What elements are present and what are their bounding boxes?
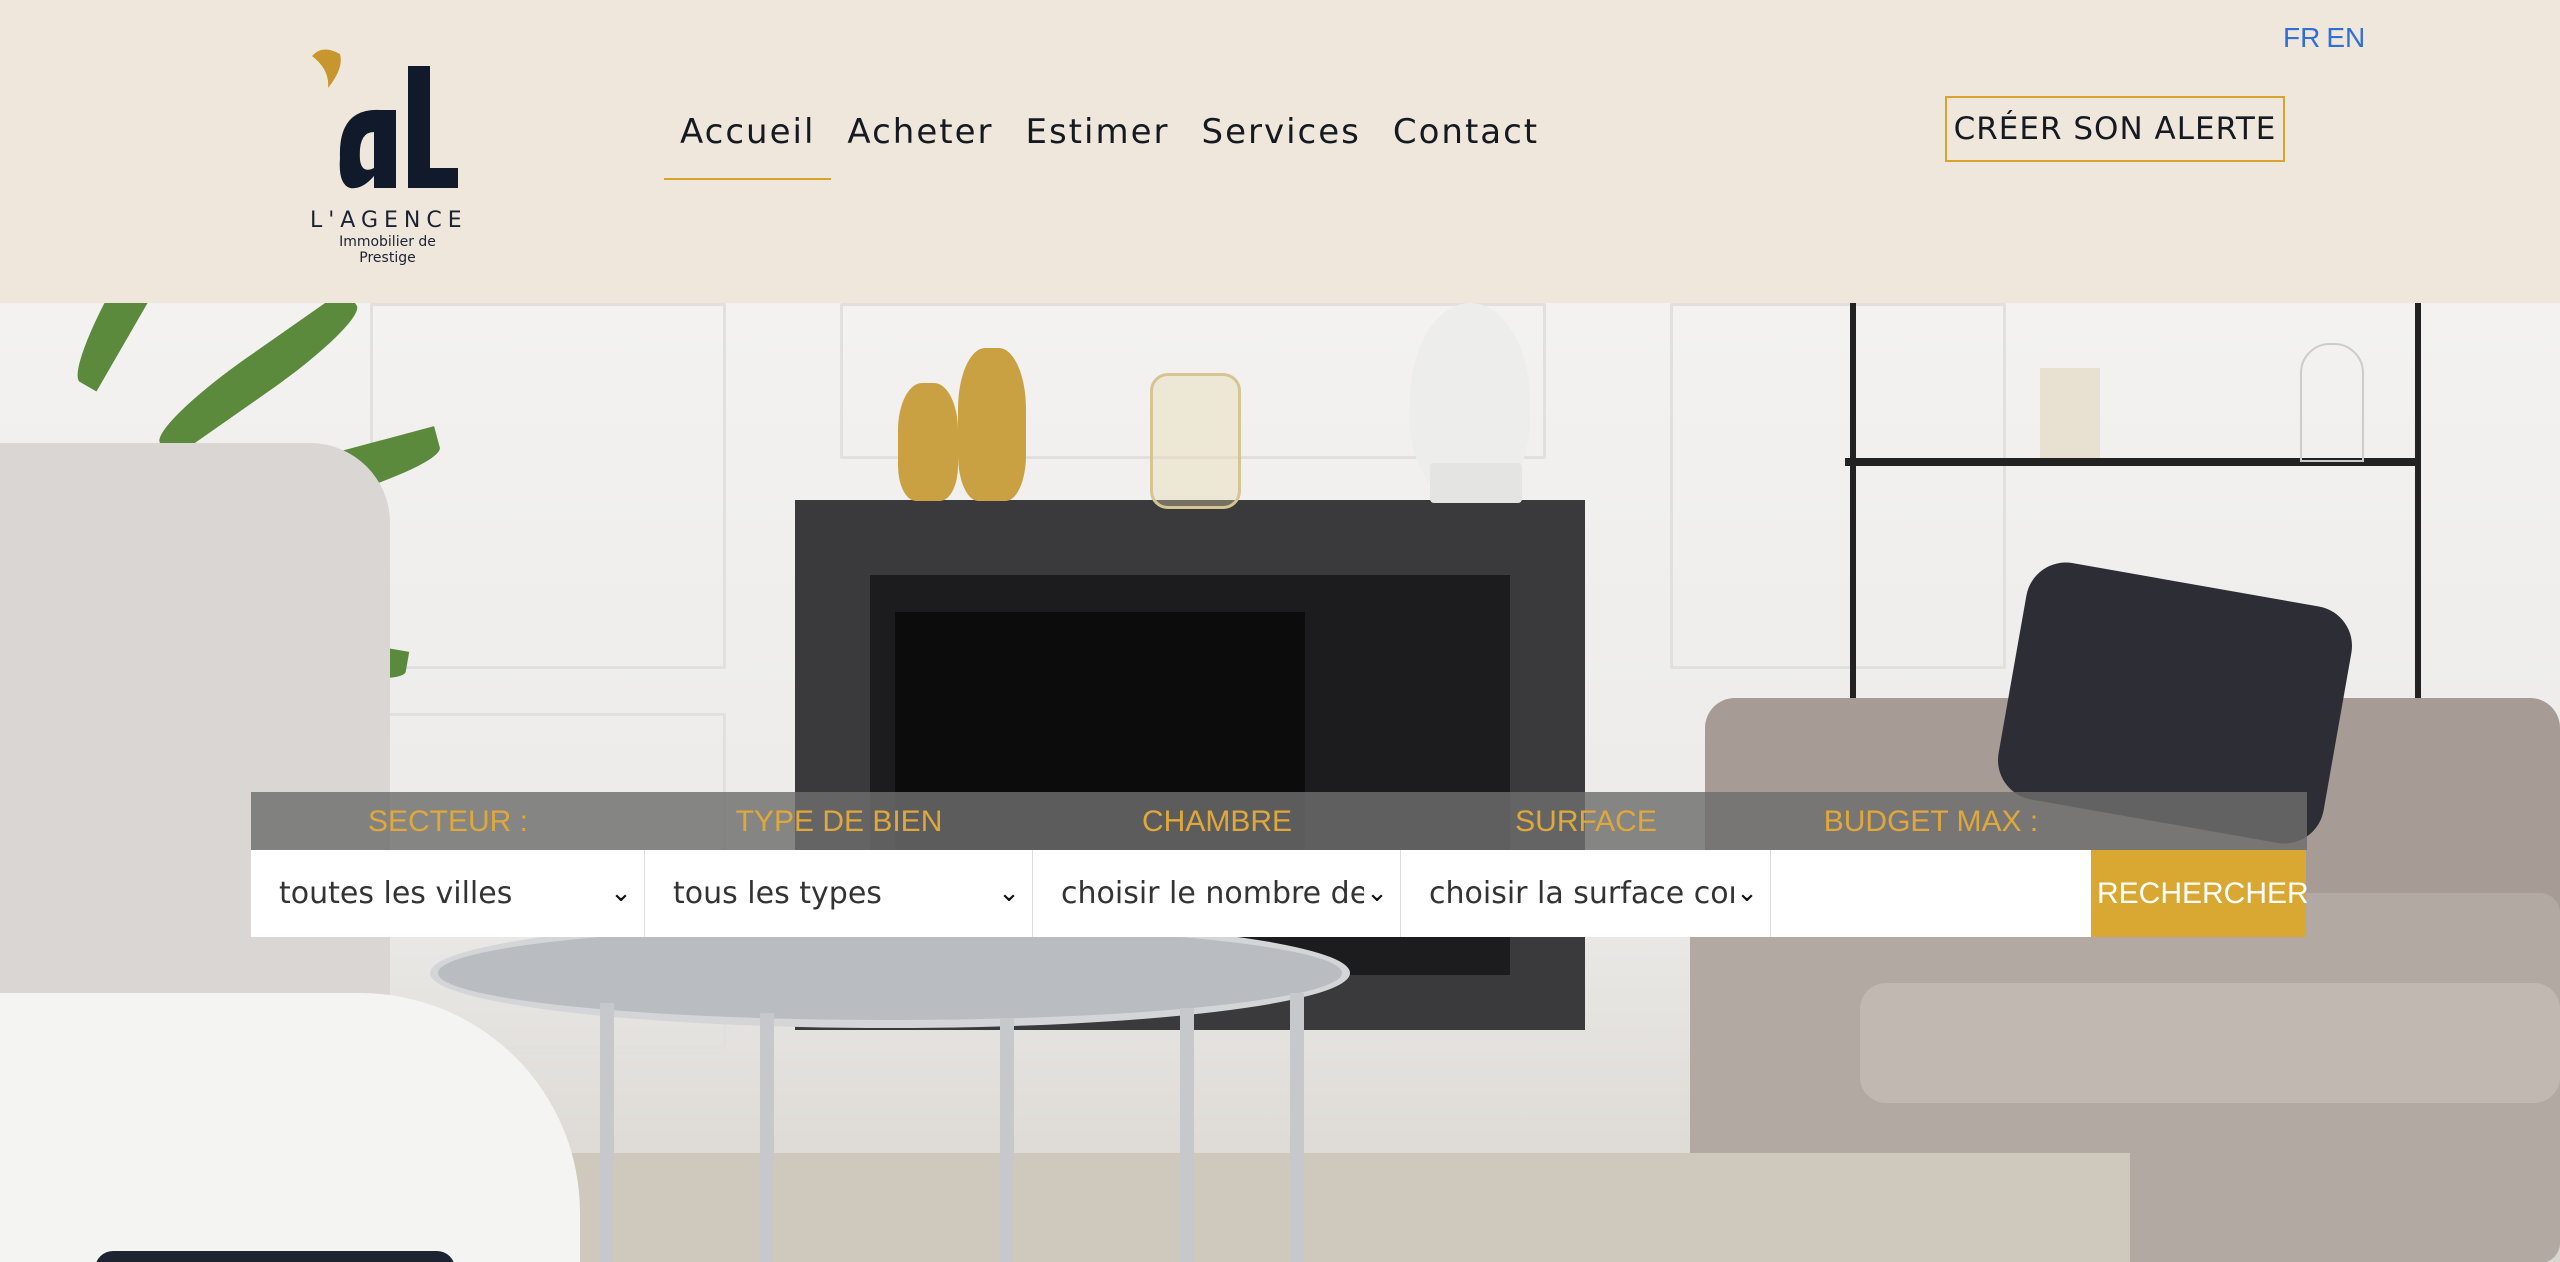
plant-leaf <box>63 303 207 392</box>
shelf-post <box>2415 303 2421 723</box>
surface-select[interactable]: choisir la surface cor ⌄ <box>1401 850 1771 937</box>
type-select[interactable]: tous les types ⌄ <box>645 850 1033 937</box>
hero-image <box>0 303 2560 1262</box>
property-search: SECTEUR : TYPE DE BIEN CHAMBRE SURFACE B… <box>251 792 2309 937</box>
shelf-post <box>1850 303 1856 723</box>
nav-item-acheter[interactable]: Acheter <box>831 108 1009 180</box>
main-nav: Accueil Acheter Estimer Services Contact <box>664 108 1555 180</box>
site-header: L'AGENCE Immobilier de Prestige Accueil … <box>0 0 2560 303</box>
rug <box>480 1153 2130 1262</box>
logo-mark-icon <box>312 49 458 189</box>
label-surface: SURFACE <box>1515 805 1657 838</box>
lang-fr-link[interactable]: FR <box>2283 22 2320 53</box>
chevron-down-icon: ⌄ <box>608 850 634 937</box>
search-button[interactable]: RECHERCHER <box>2091 850 2309 937</box>
lang-en-link[interactable]: EN <box>2326 22 2365 53</box>
chevron-down-icon: ⌄ <box>1364 850 1390 937</box>
chevron-down-icon: ⌄ <box>1734 850 1760 937</box>
logo-name: L'AGENCE <box>310 208 468 233</box>
armchair <box>0 443 390 1043</box>
floating-badge[interactable] <box>95 1251 455 1262</box>
create-alert-button[interactable]: CRÉER SON ALERTE <box>1945 96 2285 162</box>
logo-tagline: Immobilier de Prestige <box>339 234 436 266</box>
chambre-select[interactable]: choisir le nombre de ⌄ <box>1033 850 1401 937</box>
nav-item-accueil[interactable]: Accueil <box>664 108 832 180</box>
label-chambre: CHAMBRE <box>1141 805 1292 838</box>
chevron-down-icon: ⌄ <box>996 850 1022 937</box>
budget-input[interactable] <box>1771 850 2091 937</box>
glass-dome <box>2300 343 2364 462</box>
label-type: TYPE DE BIEN <box>735 805 943 838</box>
gold-vase <box>898 383 958 501</box>
plant-leaf <box>148 303 369 460</box>
glass-vase <box>1150 373 1241 509</box>
agency-logo[interactable]: L'AGENCE Immobilier de Prestige <box>310 48 470 266</box>
label-budget: BUDGET MAX : <box>1823 805 2039 838</box>
books <box>2040 368 2100 458</box>
nav-item-services[interactable]: Services <box>1185 108 1376 180</box>
wall-panel <box>370 303 726 669</box>
nav-item-contact[interactable]: Contact <box>1377 108 1555 180</box>
secteur-select[interactable]: toutes les villes ⌄ <box>251 850 645 937</box>
language-switcher: FR EN <box>2283 22 2371 54</box>
label-secteur: SECTEUR : <box>367 805 529 838</box>
gold-vase <box>958 348 1026 501</box>
nav-item-estimer[interactable]: Estimer <box>1009 108 1185 180</box>
wall-panel <box>1670 303 2006 669</box>
